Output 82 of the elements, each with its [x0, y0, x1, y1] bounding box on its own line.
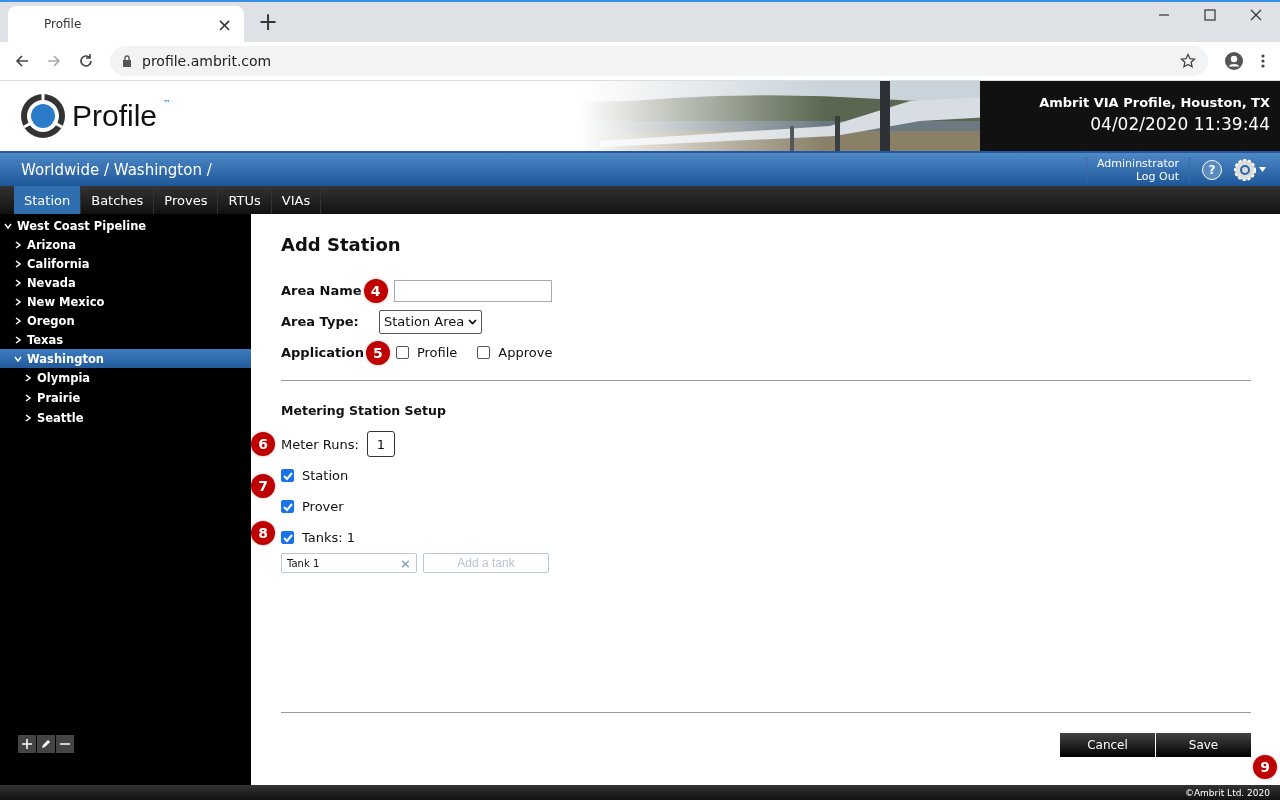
checkbox[interactable]	[477, 346, 491, 359]
callout-badge: 7	[251, 474, 275, 498]
maximize-icon[interactable]	[1204, 9, 1216, 21]
chevron-right-icon	[14, 278, 22, 287]
page-title: Add Station	[281, 234, 402, 255]
pencil-icon	[41, 739, 51, 749]
tree-item[interactable]: Oregon	[0, 311, 251, 330]
caret-icon	[468, 318, 478, 325]
settings-icon[interactable]	[1234, 157, 1268, 182]
checkbox-label: Prover	[302, 499, 344, 514]
callout-badge: 6	[251, 432, 275, 456]
input-field[interactable]	[393, 279, 552, 302]
tree-item[interactable]: Nevada	[0, 273, 251, 292]
checkbox-label: Approve	[498, 345, 553, 360]
new-tab-button[interactable]: +	[258, 8, 279, 36]
tree-item[interactable]: Olympia	[0, 368, 251, 388]
area-type-dropdown[interactable]: Station Area	[379, 309, 483, 334]
tree-item[interactable]: Arizona	[0, 235, 251, 254]
add-button[interactable]	[18, 735, 36, 753]
tree-item[interactable]: Prairie	[0, 388, 251, 408]
chevron-right-icon	[14, 316, 22, 325]
date-time: 04/02/2020 11:39:44	[1090, 114, 1270, 134]
tree-item[interactable]: Seattle	[0, 408, 251, 428]
chevron-right-icon	[14, 259, 22, 268]
callout-badge: 4	[363, 278, 388, 303]
chevron-right-icon	[24, 414, 32, 422]
star-icon[interactable]	[1180, 53, 1196, 69]
checkbox[interactable]	[281, 469, 294, 482]
tab-close-button[interactable]: ×	[216, 13, 232, 35]
back-arrow-icon[interactable]	[14, 53, 30, 69]
field-label: Meter Runs:	[281, 436, 359, 452]
chevron-right-icon	[24, 394, 32, 402]
add-tank-field[interactable]: Add a tank	[423, 553, 549, 573]
user-name: Admininstrator	[1097, 156, 1179, 170]
menu-icon[interactable]	[1260, 53, 1266, 69]
callout-badge: 5	[365, 340, 390, 365]
checkbox[interactable]	[281, 500, 294, 513]
breadcrumb: Worldwide / Washington /	[21, 160, 212, 179]
tree-item[interactable]: West Coast Pipeline	[0, 216, 251, 235]
plus-icon	[22, 739, 32, 749]
meter-runs-field[interactable]: 1	[366, 431, 395, 457]
section-title: Metering Station Setup	[281, 403, 447, 418]
chevron-right-icon	[14, 335, 22, 344]
tree-item[interactable]: Texas	[0, 330, 251, 349]
site-name: Ambrit VIA Profile, Houston, TX	[1039, 95, 1270, 110]
tree-item[interactable]: Washington	[0, 349, 251, 368]
tab-title: Profile	[44, 17, 82, 31]
tree-item[interactable]: California	[0, 254, 251, 273]
remove-button[interactable]	[56, 735, 74, 753]
lock-icon	[122, 55, 132, 67]
nav-tab[interactable]: Station	[14, 186, 82, 214]
checkbox-label: Station	[302, 468, 349, 483]
chevron-right-icon	[14, 297, 22, 306]
field-label: Area Name	[281, 283, 362, 298]
trademark: ™	[163, 99, 172, 108]
callout-badge: 8	[251, 521, 275, 545]
checkbox[interactable]	[281, 531, 294, 544]
reload-icon[interactable]	[78, 53, 94, 69]
save-button[interactable]: Save	[1156, 733, 1251, 757]
logo-icon	[20, 93, 66, 139]
chevron-down-icon	[14, 354, 22, 363]
account-icon[interactable]	[1224, 51, 1244, 71]
close-icon[interactable]	[1250, 9, 1262, 21]
tree-item[interactable]: New Mexico	[0, 292, 251, 311]
tank-name: Tank 1	[287, 557, 320, 569]
copyright: ©Ambrit Ltd. 2020	[1184, 787, 1270, 798]
chevron-down-icon	[4, 221, 12, 230]
help-button[interactable]: ?	[1202, 159, 1222, 180]
logout-link[interactable]: Log Out	[1135, 169, 1179, 183]
field-label: Application	[281, 345, 364, 360]
checkbox-label: Profile	[416, 345, 458, 360]
logo-text: Profile	[72, 99, 158, 133]
chevron-right-icon	[14, 240, 22, 249]
edit-button[interactable]	[37, 735, 55, 753]
field-label: Area Type:	[281, 314, 360, 329]
address-field[interactable]: profile.ambrit.com	[110, 46, 1208, 76]
browser-tab[interactable]: Profile ×	[8, 6, 244, 42]
cancel-button[interactable]: Cancel	[1060, 733, 1155, 757]
callout-badge: 9	[1253, 755, 1277, 779]
chevron-right-icon	[24, 374, 32, 382]
checkbox[interactable]	[395, 346, 409, 359]
checkbox-label: Tanks: 1	[302, 530, 356, 545]
